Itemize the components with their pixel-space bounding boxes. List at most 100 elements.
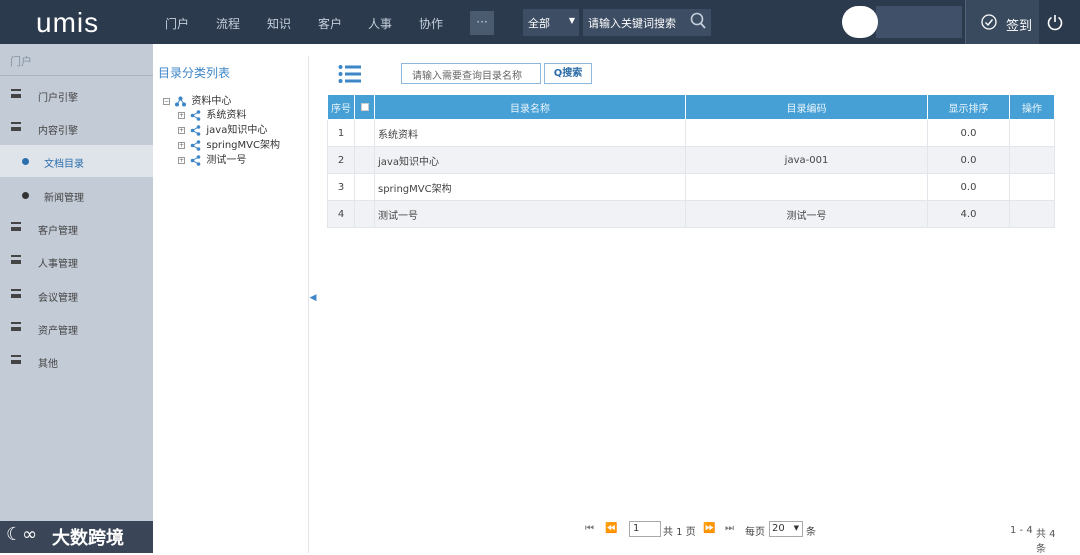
signin-label: 签到	[1006, 19, 1033, 34]
share-node-icon	[190, 139, 201, 151]
per-page-select[interactable]: 20 ▼	[769, 521, 803, 537]
nav-item-knowledge[interactable]: 知识	[267, 15, 291, 32]
cell-actions[interactable]	[1009, 173, 1055, 201]
cell-select[interactable]	[354, 119, 375, 147]
expand-icon[interactable]: +	[178, 156, 185, 164]
collapse-icon[interactable]: −	[163, 97, 170, 105]
menu-icon	[11, 255, 21, 264]
tree-node[interactable]: + 系统资料	[178, 106, 246, 121]
sidebar-item-content-engine[interactable]: 内容引擎	[0, 112, 153, 144]
cell-select[interactable]	[354, 173, 375, 201]
cell-name: 系统资料	[374, 119, 686, 147]
cell-select[interactable]	[354, 200, 375, 228]
tree-node[interactable]: + springMVC架构	[178, 136, 280, 151]
watermark-text: 大数跨境	[52, 528, 124, 549]
record-range: 1 - 4	[1010, 525, 1033, 536]
sidebar-item-news[interactable]: 新闻管理	[0, 179, 153, 211]
org-icon	[175, 96, 187, 106]
col-header-actions: 操作	[1009, 94, 1055, 120]
sidebar-item-doc-directory[interactable]: 文档目录	[0, 145, 153, 177]
page-number-input[interactable]: 1	[629, 521, 661, 537]
cell-actions[interactable]	[1009, 119, 1055, 147]
tree-node-root[interactable]: − 资料中心	[163, 92, 231, 107]
search-scope-select[interactable]: 全部 ▼	[523, 9, 579, 36]
top-navigation-bar: umis 门户 流程 知识 客户 人事 协作 ··· 全部 ▼ 请输入关键词搜索…	[0, 0, 1080, 44]
table-row[interactable]: 3 springMVC架构 0.0	[327, 173, 1055, 201]
sidebar-item-label: 客户管理	[38, 226, 78, 237]
nav-item-hr[interactable]: 人事	[368, 15, 392, 32]
sidebar-item-label: 人事管理	[38, 259, 78, 270]
nav-item-collaboration[interactable]: 协作	[419, 15, 443, 32]
table-row[interactable]: 1 系统资料 0.0	[327, 119, 1055, 147]
cell-select[interactable]	[354, 146, 375, 174]
expand-icon[interactable]: +	[178, 111, 185, 119]
app-logo[interactable]: umis	[36, 7, 99, 39]
sidebar-item-assets[interactable]: 资产管理	[0, 312, 153, 344]
col-header-name[interactable]: 目录名称	[374, 94, 686, 120]
menu-icon	[11, 89, 21, 98]
table-row[interactable]: 2 java知识中心 java-001 0.0	[327, 146, 1055, 174]
sidebar-item-other[interactable]: 其他	[0, 345, 153, 377]
sidebar-item-label: 文档目录	[44, 159, 84, 170]
col-header-order[interactable]: 显示排序	[927, 94, 1010, 120]
nav-item-portal[interactable]: 门户	[165, 15, 189, 32]
sidebar-item-hr[interactable]: 人事管理	[0, 245, 153, 277]
next-page-icon[interactable]: ⏩	[703, 523, 715, 534]
sidebar-item-label: 新闻管理	[44, 193, 84, 204]
nav-item-customer[interactable]: 客户	[318, 15, 342, 32]
cell-actions[interactable]	[1009, 146, 1055, 174]
list-view-icon[interactable]	[338, 64, 362, 84]
col-header-index: 序号	[327, 94, 355, 120]
more-menu-button[interactable]: ···	[470, 11, 494, 35]
menu-icon	[11, 122, 21, 131]
nav-item-workflow[interactable]: 流程	[216, 15, 240, 32]
expand-icon[interactable]: +	[178, 141, 185, 149]
search-icon[interactable]	[690, 12, 706, 30]
cell-order: 0.0	[927, 119, 1010, 147]
sidebar: 门户 门户引擎 内容引擎 文档目录 新闻管理 客户管理 人事管理 会议管理 资产…	[0, 44, 153, 553]
power-icon[interactable]	[1045, 12, 1065, 32]
tree-node[interactable]: + java知识中心	[178, 121, 267, 136]
sidebar-item-portal-engine[interactable]: 门户引擎	[0, 79, 153, 111]
per-page-unit: 条	[806, 527, 816, 538]
sidebar-item-meeting[interactable]: 会议管理	[0, 279, 153, 311]
collapse-panel-icon[interactable]: ◀	[309, 292, 317, 304]
signin-button[interactable]: 签到	[965, 0, 1039, 44]
share-node-icon	[190, 124, 201, 136]
caret-down-icon: ▼	[793, 524, 799, 532]
avatar[interactable]	[842, 6, 878, 38]
sidebar-item-customer[interactable]: 客户管理	[0, 212, 153, 244]
cell-order: 4.0	[927, 200, 1010, 228]
cell-index: 1	[327, 119, 355, 147]
expand-icon[interactable]: +	[178, 126, 185, 134]
watermark-logo: ☾∞	[6, 524, 38, 545]
sidebar-item-label: 资产管理	[38, 326, 78, 337]
tree-node-label: springMVC架构	[206, 140, 280, 151]
cell-order: 0.0	[927, 173, 1010, 201]
share-node-icon	[190, 109, 201, 121]
user-info-area[interactable]	[876, 6, 962, 38]
menu-icon	[11, 355, 21, 364]
tree-title: 目录分类列表	[158, 66, 231, 80]
table-row[interactable]: 4 测试一号 测试一号 4.0	[327, 200, 1055, 228]
cell-index: 2	[327, 146, 355, 174]
prev-page-icon[interactable]: ⏪	[605, 523, 617, 534]
directory-search-input[interactable]: 请输入需要查询目录名称	[401, 63, 541, 84]
tree-node-label: java知识中心	[206, 125, 268, 136]
cell-actions[interactable]	[1009, 200, 1055, 228]
pagination-bar: ⏮ ⏪ 1 共 1 页 ⏩ ⏭ 每页 20 ▼ 条 1 - 4 共 4 条	[327, 518, 1062, 555]
cell-code	[685, 173, 928, 201]
col-header-code[interactable]: 目录编码	[685, 94, 928, 120]
directory-search-placeholder: 请输入需要查询目录名称	[412, 71, 522, 82]
sidebar-item-label: 其他	[38, 359, 58, 370]
directory-search-button[interactable]: Q搜索	[544, 63, 592, 84]
col-header-select-all[interactable]	[354, 94, 375, 120]
record-total: 共 4 条	[1036, 529, 1056, 555]
cell-index: 3	[327, 173, 355, 201]
cell-name: 测试一号	[374, 200, 686, 228]
tree-node[interactable]: + 测试一号	[178, 151, 246, 166]
select-all-checkbox[interactable]	[360, 102, 369, 111]
first-page-icon[interactable]: ⏮	[585, 523, 594, 534]
cell-code: java-001	[685, 146, 928, 174]
last-page-icon[interactable]: ⏭	[725, 523, 734, 534]
